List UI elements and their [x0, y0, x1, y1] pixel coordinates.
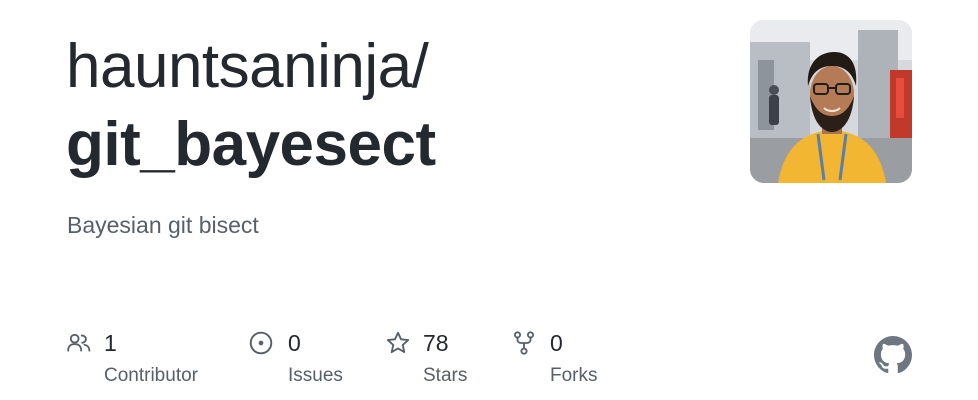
repo-description: Bayesian git bisect [67, 212, 259, 238]
contributors-count: 1 [104, 330, 117, 356]
repo-forked-icon [513, 331, 535, 355]
repo-owner: hauntsaninja/ [66, 32, 429, 101]
forks-label: Forks [550, 365, 598, 386]
people-icon [67, 333, 91, 352]
repo-social-card: hauntsaninja/ git_bayesect Bayesian git … [0, 0, 978, 400]
forks-count: 0 [550, 330, 563, 356]
stat-forks: 0 Forks [511, 326, 621, 390]
owner-avatar [750, 20, 912, 183]
repo-name: git_bayesect [66, 110, 436, 179]
contributors-label: Contributor [104, 365, 198, 386]
avatar-photo [750, 20, 912, 183]
stat-stars: 78 Stars [385, 326, 495, 390]
issues-label: Issues [288, 365, 343, 386]
issue-opened-icon [249, 331, 273, 355]
issues-count: 0 [288, 330, 301, 356]
stat-issues: 0 Issues [248, 326, 368, 390]
stars-count: 78 [423, 330, 449, 356]
github-logo-icon [874, 336, 912, 374]
stars-label: Stars [423, 365, 468, 386]
star-icon [386, 331, 410, 354]
stat-contributors: 1 Contributor [66, 326, 226, 390]
